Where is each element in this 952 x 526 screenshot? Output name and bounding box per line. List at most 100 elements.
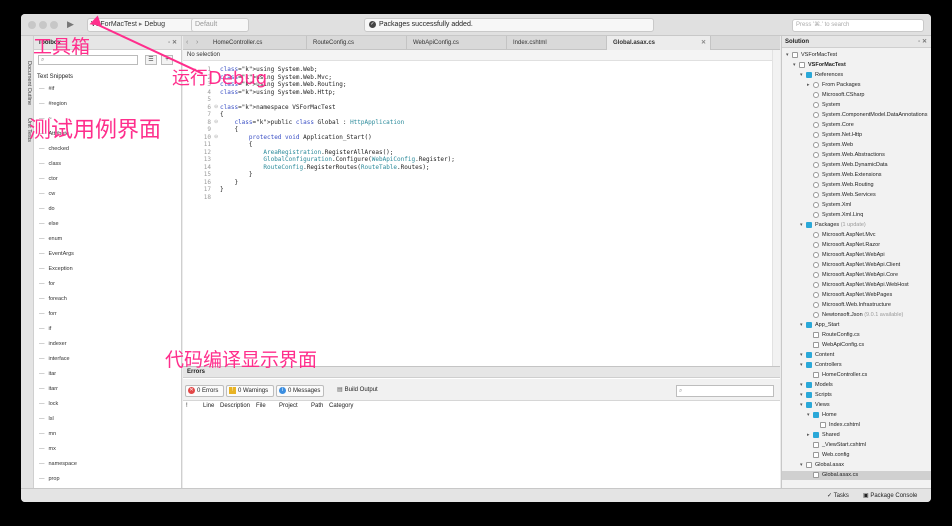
snippet-item[interactable]: — #if bbox=[39, 86, 54, 92]
snippet-item[interactable]: — enum bbox=[39, 236, 62, 242]
col-line[interactable]: Line bbox=[203, 403, 214, 409]
solution-node[interactable]: Index.cshtml bbox=[782, 421, 931, 430]
close-window-button[interactable] bbox=[28, 21, 36, 29]
solution-node[interactable]: System.Web.DynamicData bbox=[782, 161, 931, 170]
breadcrumb[interactable]: No selection bbox=[183, 50, 780, 61]
play-icon[interactable]: ▶ bbox=[67, 19, 74, 30]
tab-homecontroller[interactable]: HomeController.cs bbox=[207, 36, 307, 50]
solution-node[interactable]: Microsoft.AspNet.WebPages bbox=[782, 291, 931, 300]
zoom-window-button[interactable] bbox=[50, 21, 58, 29]
solution-node[interactable]: Microsoft.AspNet.WebApi bbox=[782, 251, 931, 260]
solution-node[interactable]: ▾ Scripts bbox=[782, 391, 931, 400]
pad-close-icon[interactable]: ▫ ✕ bbox=[168, 36, 177, 50]
solution-node[interactable]: System bbox=[782, 101, 931, 110]
solution-node[interactable]: ▾ Content bbox=[782, 351, 931, 360]
solution-node[interactable]: ▾ VSForMacTest bbox=[782, 51, 931, 60]
snippet-item[interactable]: — foreach bbox=[39, 296, 67, 302]
snippet-item[interactable]: — forr bbox=[39, 311, 57, 317]
minimize-window-button[interactable] bbox=[39, 21, 47, 29]
solution-node[interactable]: RouteConfig.cs bbox=[782, 331, 931, 340]
solution-node[interactable]: Web.config bbox=[782, 451, 931, 460]
fold-icon[interactable]: ⊖ bbox=[214, 134, 218, 140]
solution-node[interactable]: ▾ Home bbox=[782, 411, 931, 420]
global-search-input[interactable]: Press '⌘.' to search bbox=[792, 19, 924, 32]
solution-node[interactable]: ▾ References bbox=[782, 71, 931, 80]
toolbox-list-view-icon[interactable]: ☰ bbox=[145, 55, 157, 65]
snippet-item[interactable]: — #region bbox=[39, 101, 67, 107]
solution-node[interactable]: System.Core bbox=[782, 121, 931, 130]
solution-node[interactable]: System.Web.Routing bbox=[782, 181, 931, 190]
code-line[interactable]: class="k">public class Global : HttpAppl… bbox=[220, 119, 404, 126]
solution-node[interactable]: Microsoft.AspNet.WebApi.Client bbox=[782, 261, 931, 270]
code-line[interactable]: { bbox=[220, 111, 224, 118]
solution-node[interactable]: System.Web.Abstractions bbox=[782, 151, 931, 160]
snippet-item[interactable]: — namespace bbox=[39, 461, 77, 467]
solution-node[interactable]: ▾ Controllers bbox=[782, 361, 931, 370]
solution-node[interactable]: System.Net.Http bbox=[782, 131, 931, 140]
warnings-filter-button[interactable]: ! 0 Warnings bbox=[226, 385, 274, 397]
solution-node[interactable]: ▾ App_Start bbox=[782, 321, 931, 330]
solution-node[interactable]: ▾ Views bbox=[782, 401, 931, 410]
code-line[interactable]: class="k">namespace VSForMacTest bbox=[220, 104, 336, 111]
fold-icon[interactable]: ⊖ bbox=[214, 104, 218, 110]
snippet-item[interactable]: — for bbox=[39, 281, 55, 287]
solution-node[interactable]: System.Web.Extensions bbox=[782, 171, 931, 180]
document-outline-pad[interactable]: Document Outline bbox=[26, 61, 32, 105]
solution-node[interactable]: Microsoft.AspNet.WebApi.WebHost bbox=[782, 281, 931, 290]
solution-node[interactable]: System.Web bbox=[782, 141, 931, 150]
snippet-item[interactable]: — itarr bbox=[39, 386, 58, 392]
code-line[interactable]: { bbox=[220, 141, 253, 148]
snippet-item[interactable]: — ctor bbox=[39, 176, 58, 182]
snippet-item[interactable]: — lock bbox=[39, 401, 58, 407]
device-selector[interactable]: Default bbox=[191, 18, 249, 32]
snippet-item[interactable]: — mx bbox=[39, 446, 56, 452]
col-severity[interactable]: ! bbox=[186, 403, 188, 409]
solution-node[interactable]: System.Xml.Linq bbox=[782, 211, 931, 220]
toolbox-category[interactable]: Text Snippets bbox=[37, 74, 73, 80]
solution-node[interactable]: System.Xml bbox=[782, 201, 931, 210]
solution-node[interactable]: _ViewStart.cshtml bbox=[782, 441, 931, 450]
solution-node[interactable]: Global.asax.cs bbox=[782, 471, 931, 480]
pad-close-icon[interactable]: ▫ ✕ bbox=[918, 36, 927, 48]
solution-node[interactable]: Microsoft.AspNet.WebApi.Core bbox=[782, 271, 931, 280]
solution-node[interactable]: ▾ Packages (1 update) bbox=[782, 221, 931, 230]
tab-global-asax-cs[interactable]: Global.asax.cs ✕ bbox=[607, 36, 711, 50]
code-line[interactable]: AreaRegistration.RegisterAllAreas(); bbox=[220, 149, 393, 156]
tasks-pad-button[interactable]: ✓ Tasks bbox=[827, 489, 849, 502]
snippet-item[interactable]: — itar bbox=[39, 371, 56, 377]
snippet-item[interactable]: — Exception bbox=[39, 266, 73, 272]
col-category[interactable]: Category bbox=[329, 403, 353, 409]
code-line[interactable]: } bbox=[220, 179, 238, 186]
col-file[interactable]: File bbox=[256, 403, 266, 409]
solution-node[interactable]: ▾ Models bbox=[782, 381, 931, 390]
col-path[interactable]: Path bbox=[311, 403, 323, 409]
code-line[interactable]: protected void Application_Start() bbox=[220, 134, 372, 141]
errors-filter-button[interactable]: ✕ 0 Errors bbox=[185, 385, 224, 397]
code-line[interactable]: } bbox=[220, 171, 253, 178]
solution-node[interactable]: ▾ Global.asax bbox=[782, 461, 931, 470]
code-line[interactable]: } bbox=[220, 186, 224, 193]
solution-node[interactable]: ▾ VSForMacTest bbox=[782, 61, 931, 70]
solution-node[interactable]: Microsoft.AspNet.Mvc bbox=[782, 231, 931, 240]
tab-routeconfig[interactable]: RouteConfig.cs bbox=[307, 36, 407, 50]
solution-node[interactable]: Microsoft.AspNet.Razor bbox=[782, 241, 931, 250]
solution-node[interactable]: Microsoft.CSharp bbox=[782, 91, 931, 100]
tab-back-icon[interactable]: ‹ bbox=[186, 36, 188, 50]
snippet-item[interactable]: — lsl bbox=[39, 416, 54, 422]
solution-node[interactable]: System.ComponentModel.DataAnnotations bbox=[782, 111, 931, 120]
package-console-button[interactable]: ▣ Package Console bbox=[863, 489, 917, 502]
config-selector[interactable]: Debug bbox=[144, 21, 165, 28]
solution-node[interactable]: WebApiConfig.cs bbox=[782, 341, 931, 350]
snippet-item[interactable]: — cw bbox=[39, 191, 55, 197]
solution-node[interactable]: Microsoft.Web.Infrastructure bbox=[782, 301, 931, 310]
snippet-item[interactable]: — prop bbox=[39, 476, 60, 482]
solution-node[interactable]: HomeController.cs bbox=[782, 371, 931, 380]
tab-index-cshtml[interactable]: Index.cshtml bbox=[507, 36, 607, 50]
snippet-item[interactable]: — do bbox=[39, 206, 55, 212]
code-line[interactable]: { bbox=[220, 126, 238, 133]
snippet-item[interactable]: — else bbox=[39, 221, 59, 227]
col-project[interactable]: Project bbox=[279, 403, 298, 409]
code-line[interactable]: GlobalConfiguration.Configure(WebApiConf… bbox=[220, 156, 455, 163]
snippet-item[interactable]: — if bbox=[39, 326, 51, 332]
snippet-item[interactable]: — EventArgs bbox=[39, 251, 74, 257]
